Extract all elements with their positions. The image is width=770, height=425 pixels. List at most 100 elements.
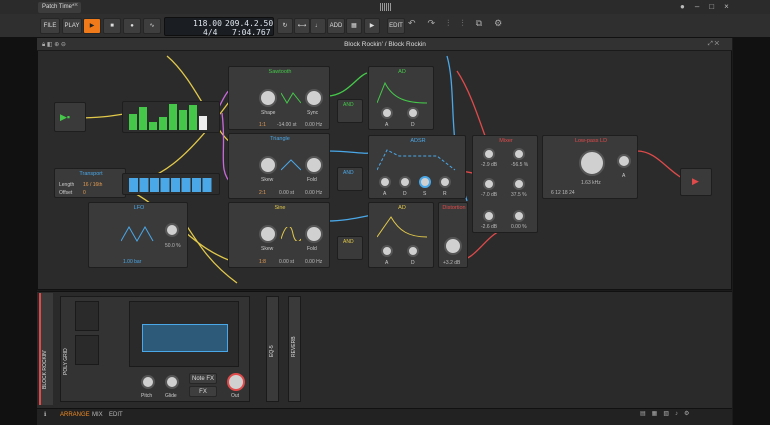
hz-value[interactable]: 0.00 Hz	[305, 122, 322, 128]
skew-knob[interactable]	[259, 225, 277, 243]
pan-knob[interactable]	[513, 178, 525, 190]
mixer-module[interactable]: Mixer -2.9 dB -56.5 % -7.0 dB 37.5 % -2.…	[472, 135, 538, 233]
poly-grid-device[interactable]: POLY GRID Pitch Glide Note FX FX Out	[60, 296, 250, 402]
stop-button[interactable]: ■	[103, 18, 121, 34]
step-bar[interactable]	[129, 114, 137, 130]
settings-icon[interactable]: ⚙	[494, 18, 514, 28]
step-bar[interactable]	[139, 107, 147, 130]
and-gate-module[interactable]: AND	[337, 99, 363, 123]
play-menu-button[interactable]: PLAY	[62, 18, 82, 34]
glide-knob[interactable]	[165, 375, 179, 389]
level-knob[interactable]	[483, 178, 495, 190]
step-bar[interactable]	[149, 122, 157, 130]
fold-knob[interactable]	[305, 156, 323, 174]
decay-knob[interactable]	[407, 245, 419, 257]
trigger-sequencer-module[interactable]	[122, 173, 220, 195]
release-knob[interactable]	[439, 176, 451, 188]
amount-knob[interactable]	[165, 223, 179, 237]
step-bar[interactable]	[189, 105, 197, 130]
attack-knob[interactable]	[381, 245, 393, 257]
edit-button[interactable]: EDIT	[387, 18, 405, 34]
transport-module[interactable]: Transport Length 16 / 16th Offset 0	[54, 168, 126, 198]
close-tab-icon[interactable]: ×	[74, 2, 78, 9]
level-knob[interactable]	[483, 148, 495, 160]
sync-knob[interactable]	[305, 89, 323, 107]
triangle-module[interactable]: Triangle Skew Fold 2:1 0.00 st 0.00 Hz	[228, 133, 330, 199]
slice-icon[interactable]: ⫶	[461, 18, 475, 28]
fx-button[interactable]: FX	[189, 386, 217, 397]
adsr-envelope-module[interactable]: ADSR A D S R	[368, 135, 466, 199]
fold-knob[interactable]	[305, 225, 323, 243]
hz-value[interactable]: 0.00 Hz	[305, 190, 322, 196]
grid-button[interactable]: ▦	[346, 18, 362, 34]
level-knob[interactable]	[483, 210, 495, 222]
reverb-device[interactable]: REVERB	[288, 296, 301, 402]
lfo-module[interactable]: LFO 50.0 % 1.00 bar	[88, 202, 188, 268]
punch-button[interactable]: ⟷	[294, 18, 310, 34]
ad-envelope-module[interactable]: AD A D	[368, 202, 434, 268]
loop-button[interactable]: ↻	[277, 18, 293, 34]
sawtooth-module[interactable]: Sawtooth Shape Sync 1:1 -14.00 st 0.00 H…	[228, 66, 330, 130]
shape-knob[interactable]	[259, 89, 277, 107]
signature-value[interactable]: 4/4	[203, 28, 217, 37]
step-bar[interactable]	[169, 104, 177, 130]
output-knob[interactable]	[227, 373, 245, 391]
decay-knob[interactable]	[399, 176, 411, 188]
automation-button[interactable]: ∿	[143, 18, 161, 34]
add-button[interactable]: ADD	[327, 18, 345, 34]
semitone-value[interactable]: 0.00 st	[279, 190, 294, 196]
step-bar[interactable]	[159, 117, 167, 130]
play-button[interactable]: ▶	[83, 18, 101, 34]
sustain-knob[interactable]	[419, 176, 431, 188]
attack-knob[interactable]	[379, 176, 391, 188]
arrange-tab[interactable]: ARRANGE	[60, 412, 90, 418]
pitch-knob[interactable]	[141, 375, 155, 389]
play-device-button[interactable]: ▶	[364, 18, 380, 34]
rate-value[interactable]: 1.00 bar	[123, 259, 141, 265]
info-icon[interactable]: ℹ	[44, 411, 46, 418]
cut-icon[interactable]: ⫶	[447, 18, 461, 28]
audio-out-module[interactable]: ▶	[680, 168, 712, 196]
metronome-button[interactable]: ♩	[310, 18, 326, 34]
note-fx-button[interactable]: Note FX	[189, 373, 217, 384]
pan-knob[interactable]	[513, 148, 525, 160]
pan-knob[interactable]	[513, 210, 525, 222]
edit-tab[interactable]: EDIT	[109, 412, 123, 418]
semitone-value[interactable]: 0.00 st	[279, 259, 294, 265]
distortion-module[interactable]: Distortion +3.2 dB	[438, 202, 468, 268]
lowpass-filter-module[interactable]: Low-pass LD 1.63 kHz A 6 12 18 24	[542, 135, 638, 199]
grid-preview[interactable]	[129, 301, 239, 367]
step-bar[interactable]	[179, 110, 187, 130]
semitone-value[interactable]: -14.00 st	[277, 122, 296, 128]
expand-icon[interactable]: ⤢ ✕	[708, 41, 719, 48]
panel-toggles[interactable]: ▤▦▧♪⚙	[640, 410, 695, 417]
and-gate-module[interactable]: AND	[337, 236, 363, 260]
redo-icon[interactable]: ↷	[428, 18, 448, 28]
slope-selector[interactable]: 6 12 18 24	[551, 190, 575, 196]
resonance-knob[interactable]	[617, 154, 631, 168]
wave-thumb[interactable]	[75, 335, 99, 365]
ad-envelope-module[interactable]: AD A D	[368, 66, 434, 130]
tempo-value[interactable]: 118.00	[193, 19, 222, 28]
clock-module[interactable]: ▶▪	[54, 102, 86, 132]
and-gate-module[interactable]: AND	[337, 167, 363, 191]
record-button[interactable]: ●	[123, 18, 141, 34]
track-header[interactable]: BLOCK ROCKIN'	[39, 293, 53, 405]
ratio-value[interactable]: 1:8	[259, 259, 266, 265]
eq5-device[interactable]: EQ-5	[266, 296, 279, 402]
skew-knob[interactable]	[259, 156, 277, 174]
step-sequencer-module[interactable]	[122, 101, 220, 133]
hz-value[interactable]: 0.00 Hz	[305, 259, 322, 265]
ratio-value[interactable]: 2:1	[259, 190, 266, 196]
transport-display[interactable]: 118.00 209.4.2.50 4/4 7:04.767	[164, 17, 274, 37]
window-controls[interactable]: ●–□×	[680, 2, 739, 11]
cutoff-knob[interactable]	[579, 150, 605, 176]
drive-knob[interactable]	[444, 237, 462, 255]
length-value[interactable]: 16 / 16th	[83, 182, 102, 188]
ratio-value[interactable]: 1:1	[259, 122, 266, 128]
edit-tools[interactable]: ↶↷⫶⫶⧉⚙	[408, 18, 514, 29]
attack-knob[interactable]	[381, 107, 393, 119]
undo-icon[interactable]: ↶	[408, 18, 428, 28]
copy-icon[interactable]: ⧉	[476, 18, 494, 28]
file-button[interactable]: FILE	[40, 18, 60, 34]
